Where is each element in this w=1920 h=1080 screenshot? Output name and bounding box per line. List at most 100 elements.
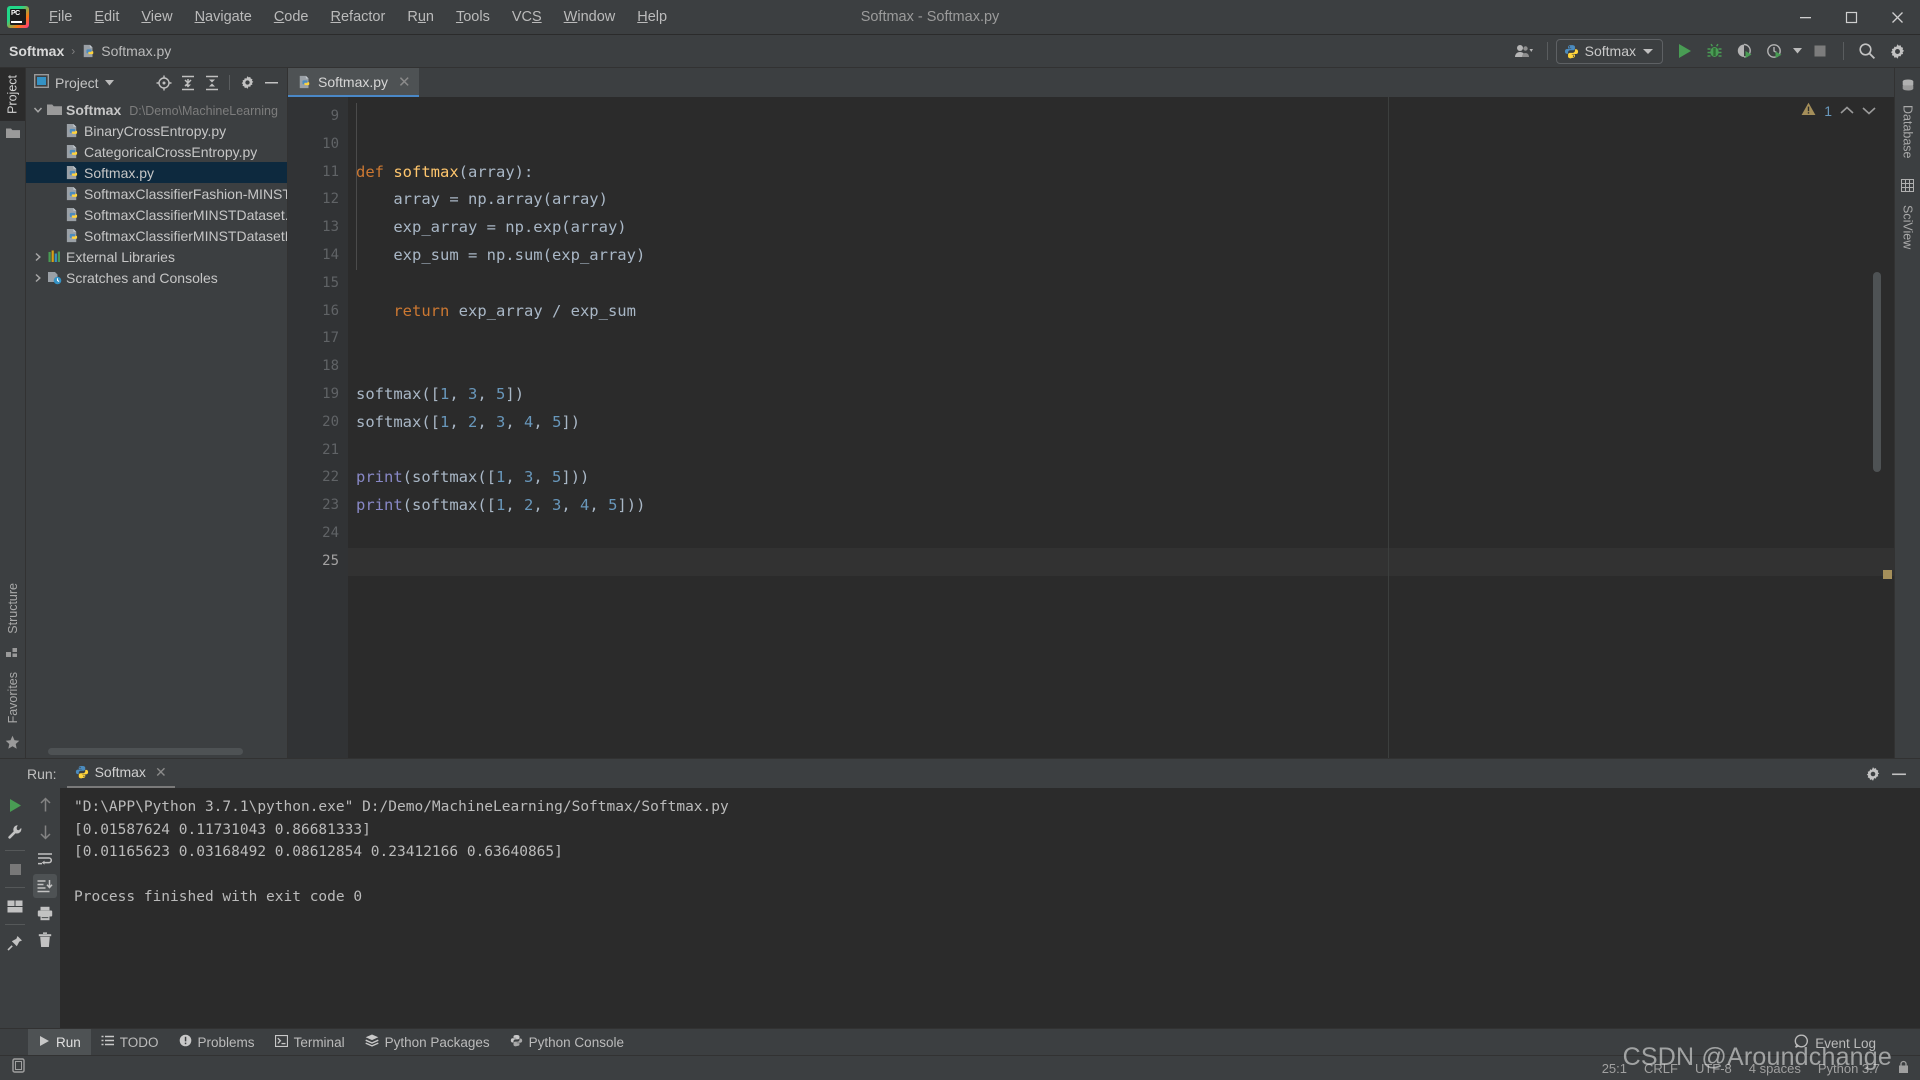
arrow-down-icon[interactable] — [33, 820, 57, 844]
sidebar-item-favorites[interactable]: Favorites — [1, 665, 25, 730]
source-code[interactable]: def softmax(array): array = np.array(arr… — [356, 103, 1894, 576]
collapse-all-icon[interactable] — [201, 72, 223, 94]
maximize-button[interactable] — [1828, 0, 1874, 34]
menu-refactor[interactable]: Refactor — [320, 5, 397, 29]
chevron-down-icon[interactable] — [30, 105, 46, 115]
gear-icon[interactable] — [1882, 38, 1912, 64]
chevron-down-icon[interactable] — [1862, 103, 1876, 118]
breadcrumb-file[interactable]: Softmax.py — [82, 43, 171, 59]
expand-all-icon[interactable] — [177, 72, 199, 94]
rerun-icon[interactable] — [3, 793, 27, 817]
gear-icon[interactable] — [1862, 763, 1884, 785]
run-button[interactable] — [1669, 38, 1699, 64]
indent-setting[interactable]: 4 spaces — [1749, 1061, 1801, 1076]
run-tab-softmax[interactable]: Softmax ✕ — [66, 760, 175, 788]
menu-window[interactable]: Window — [553, 5, 627, 29]
menu-navigate[interactable]: Navigate — [184, 5, 263, 29]
chevron-right-icon[interactable] — [30, 273, 46, 283]
hide-icon[interactable] — [260, 72, 282, 94]
line-number[interactable]: 22 — [288, 464, 348, 492]
arrow-up-icon[interactable] — [33, 793, 57, 817]
menu-run[interactable]: Run — [396, 5, 445, 29]
stop-icon[interactable] — [3, 857, 27, 881]
sidebar-item-database[interactable]: Database — [1896, 98, 1920, 166]
line-number[interactable]: 14 — [288, 242, 348, 270]
caret-position[interactable]: 25:1 — [1602, 1061, 1627, 1076]
menu-help[interactable]: Help — [626, 5, 678, 29]
code-area[interactable]: def softmax(array): array = np.array(arr… — [348, 97, 1894, 758]
line-number[interactable]: 13 — [288, 214, 348, 242]
line-separator[interactable]: CRLF — [1644, 1061, 1678, 1076]
layout-icon[interactable] — [3, 894, 27, 918]
tree-item[interactable]: SoftmaxClassifierMINSTDatasetKe — [26, 225, 287, 246]
bottom-tab-problems[interactable]: Problems — [169, 1029, 265, 1055]
minimize-button[interactable] — [1782, 0, 1828, 34]
line-number[interactable]: 15 — [288, 270, 348, 298]
file-encoding[interactable]: UTF-8 — [1695, 1061, 1732, 1076]
close-icon[interactable]: ✕ — [398, 73, 411, 91]
breadcrumb-project[interactable]: Softmax — [9, 43, 64, 59]
debug-button[interactable] — [1699, 38, 1729, 64]
tree-item[interactable]: SoftmaxClassifierFashion-MINSTD — [26, 183, 287, 204]
memory-indicator-icon[interactable] — [12, 1057, 27, 1079]
menu-file[interactable]: FFileile — [38, 5, 83, 29]
menu-view[interactable]: View — [130, 5, 183, 29]
soft-wrap-icon[interactable] — [33, 847, 57, 871]
line-number[interactable]: 19 — [288, 381, 348, 409]
scroll-to-end-icon[interactable] — [33, 874, 57, 898]
line-number[interactable]: 20 — [288, 409, 348, 437]
close-button[interactable] — [1874, 0, 1920, 34]
tree-item[interactable]: SoftmaxClassifierMINSTDataset.py — [26, 204, 287, 225]
menu-code[interactable]: Code — [263, 5, 320, 29]
locate-icon[interactable] — [153, 72, 175, 94]
wrench-icon[interactable] — [3, 820, 27, 844]
inspection-widget[interactable]: 1 — [1801, 102, 1876, 119]
bottom-tab-terminal[interactable]: Terminal — [265, 1029, 355, 1055]
line-number[interactable]: 12 — [288, 186, 348, 214]
tree-item[interactable]: External Libraries — [26, 246, 287, 267]
run-configuration-selector[interactable]: Softmax — [1555, 38, 1663, 64]
sidebar-item-structure[interactable]: Structure — [1, 576, 25, 641]
hide-icon[interactable] — [1888, 763, 1910, 785]
line-number[interactable]: 24 — [288, 520, 348, 548]
editor-gutter[interactable]: 9 10 11 12 13 14 15 16 17 18 19 20 21 22 23 24 25 — [288, 97, 361, 758]
tree-item[interactable]: CategoricalCrossEntropy.py — [26, 141, 287, 162]
chevron-up-icon[interactable] — [1840, 103, 1854, 118]
tree-item[interactable]: Softmax D:\Demo\MachineLearning — [26, 99, 287, 120]
account-icon[interactable] — [1509, 38, 1539, 64]
line-number[interactable]: 11 — [288, 159, 361, 206]
bottom-tab-run[interactable]: Run — [28, 1029, 91, 1055]
tab-softmax-py[interactable]: Softmax.py ✕ — [288, 68, 419, 97]
tree-item[interactable]: BinaryCrossEntropy.py — [26, 120, 287, 141]
menu-edit[interactable]: Edit — [83, 5, 130, 29]
profile-button[interactable] — [1759, 38, 1789, 64]
tree-item-selected[interactable]: Softmax.py — [26, 162, 287, 183]
coverage-button[interactable] — [1729, 38, 1759, 64]
search-icon[interactable] — [1852, 38, 1882, 64]
python-interpreter[interactable]: Python 3.7 — [1818, 1061, 1880, 1076]
line-number[interactable]: 9 — [288, 103, 348, 131]
run-console-output[interactable]: "D:\APP\Python 3.7.1\python.exe" D:/Demo… — [60, 788, 1920, 1028]
line-number[interactable]: 25 — [288, 548, 348, 576]
menu-vcs[interactable]: VCS — [501, 5, 553, 29]
stop-button[interactable] — [1805, 38, 1835, 64]
bottom-tab-todo[interactable]: TODO — [91, 1029, 169, 1055]
editor-vertical-scrollbar[interactable] — [1873, 272, 1881, 472]
project-horizontal-scrollbar[interactable] — [48, 748, 243, 755]
bottom-tab-python-packages[interactable]: Python Packages — [355, 1029, 500, 1055]
profile-dropdown-icon[interactable] — [1789, 38, 1805, 64]
pin-icon[interactable] — [3, 931, 27, 955]
line-number[interactable]: 10 — [288, 131, 348, 159]
bottom-tab-python-console[interactable]: Python Console — [500, 1029, 634, 1055]
menu-tools[interactable]: Tools — [445, 5, 501, 29]
sidebar-item-project[interactable]: Project — [0, 68, 25, 121]
sidebar-item-sciview[interactable]: SciView — [1896, 198, 1920, 256]
chevron-right-icon[interactable] — [30, 252, 46, 262]
tree-item[interactable]: Scratches and Consoles — [26, 267, 287, 288]
editor-warning-marker[interactable] — [1883, 570, 1892, 579]
close-icon[interactable]: ✕ — [155, 764, 167, 781]
line-number[interactable]: 21 — [288, 437, 348, 465]
trash-icon[interactable] — [33, 928, 57, 952]
event-log-button[interactable]: Event Log — [1794, 1034, 1876, 1052]
gear-icon[interactable] — [236, 72, 258, 94]
